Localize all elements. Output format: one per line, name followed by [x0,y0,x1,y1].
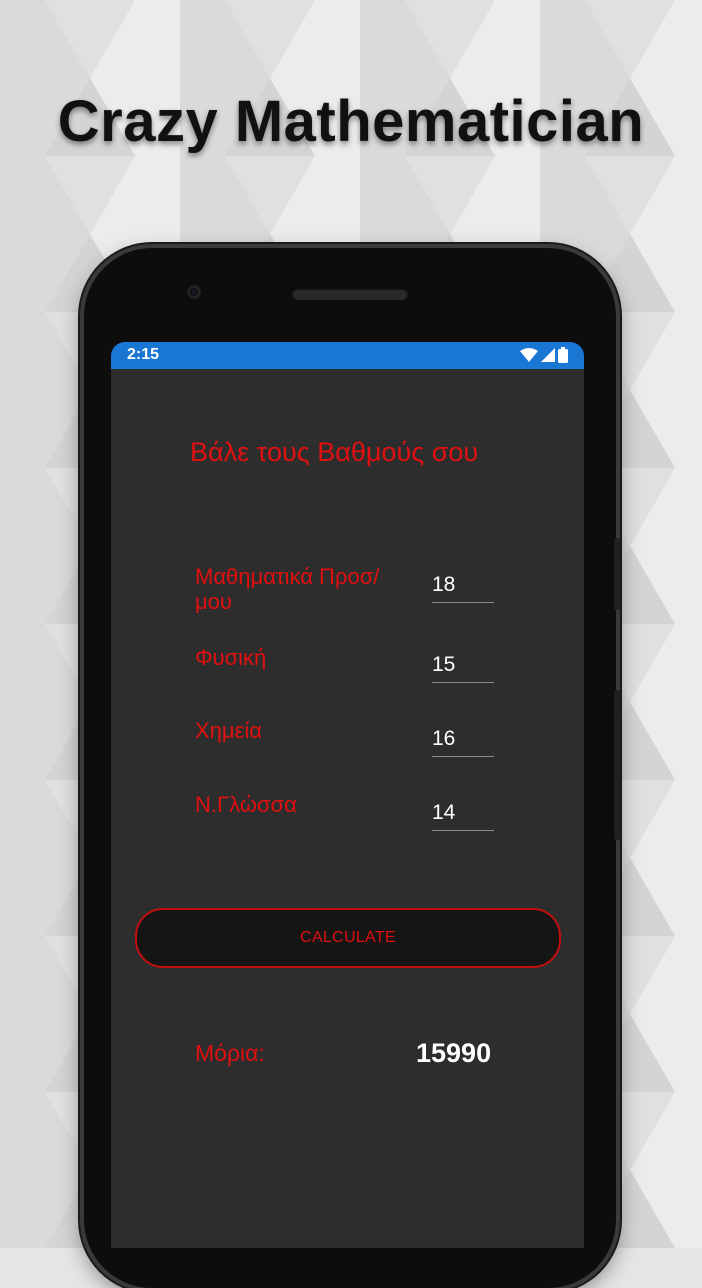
battery-icon [558,347,568,363]
subject-label-chemistry: Χημεία [195,718,262,743]
promo-title: Crazy Mathematician [57,89,645,154]
signal-icon [541,348,555,362]
grade-input-chemistry[interactable]: 16 [432,722,494,757]
subject-label-math: Μαθηματικά Προσ/ μου [195,564,380,614]
subject-label-physics: Φυσική [195,645,267,670]
status-bar: 2:15 [111,342,584,369]
app-screen: 2:15 Βάλε τους Βαθμούς σου Μαθηματικά Πρ… [111,342,584,1248]
grade-input-math[interactable]: 18 [432,568,494,603]
status-icons [520,347,568,363]
page-heading: Βάλε τους Βαθμούς σου [190,437,479,467]
result-label: Μόρια: [195,1040,265,1066]
result-value: 15990 [416,1038,492,1068]
wifi-icon [520,348,538,362]
earpiece-speaker [292,288,408,300]
subject-label-language: Ν.Γλώσσα [195,792,297,817]
grade-input-language[interactable]: 14 [432,796,494,831]
front-camera [187,285,201,299]
power-button [614,538,620,610]
volume-button [614,690,620,840]
status-time: 2:15 [127,346,160,363]
grade-input-physics[interactable]: 15 [432,648,494,683]
calculate-button[interactable]: CALCULATE [135,908,561,968]
